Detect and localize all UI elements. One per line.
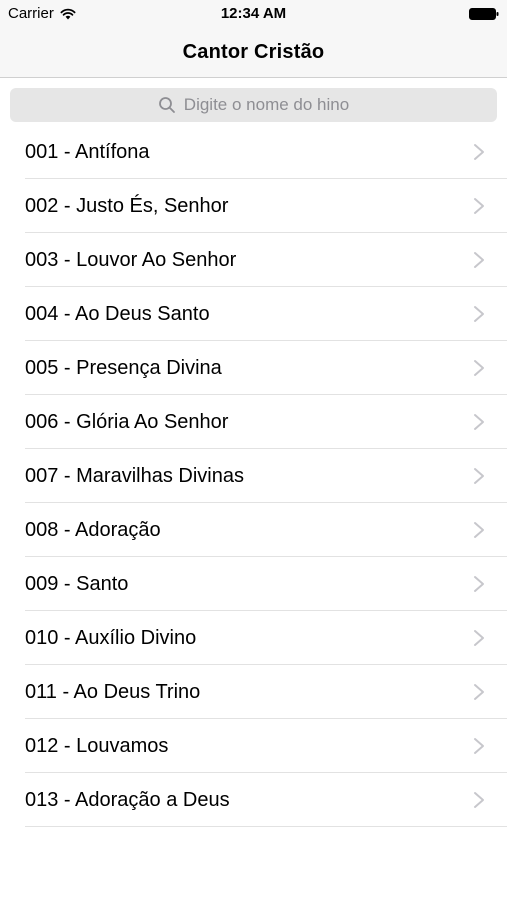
search-icon	[158, 97, 175, 113]
hymn-label: 009 - Santo	[25, 572, 129, 595]
search-bar: Digite o nome do hino	[0, 78, 507, 125]
chevron-right-icon	[474, 684, 484, 700]
hymn-label: 008 - Adoração	[25, 518, 161, 541]
chevron-right-icon	[474, 738, 484, 754]
hymn-label: 004 - Ao Deus Santo	[25, 302, 210, 325]
hymn-label: 002 - Justo És, Senhor	[25, 194, 229, 217]
hymn-label: 013 - Adoração a Deus	[25, 788, 230, 811]
list-item[interactable]: 013 - Adoração a Deus	[0, 773, 507, 827]
hymn-label: 001 - Antífona	[25, 140, 150, 163]
hymn-label: 010 - Auxílio Divino	[25, 626, 197, 649]
list-item[interactable]: 011 - Ao Deus Trino	[0, 665, 507, 719]
hymn-label: 007 - Maravilhas Divinas	[25, 464, 244, 487]
chevron-right-icon	[474, 252, 484, 268]
chevron-right-icon	[474, 468, 484, 484]
list-item[interactable]: 010 - Auxílio Divino	[0, 611, 507, 665]
chevron-right-icon	[474, 630, 484, 646]
hymn-list: 001 - Antífona 002 - Justo És, Senhor 003 …	[0, 125, 507, 827]
chevron-right-icon	[474, 306, 484, 322]
hymn-label: 011 - Ao Deus Trino	[25, 680, 201, 703]
list-item[interactable]: 006 - Glória Ao Senhor	[0, 395, 507, 449]
chevron-right-icon	[474, 414, 484, 430]
status-bar: Carrier 12:34 AM	[0, 0, 507, 28]
list-item[interactable]: 007 - Maravilhas Divinas	[0, 449, 507, 503]
hymn-label: 006 - Glória Ao Senhor	[25, 410, 229, 433]
list-item[interactable]: 008 - Adoração	[0, 503, 507, 557]
chevron-right-icon	[474, 522, 484, 538]
list-item[interactable]: 009 - Santo	[0, 557, 507, 611]
list-item[interactable]: 001 - Antífona	[0, 125, 507, 179]
chevron-right-icon	[474, 792, 484, 808]
navigation-bar: Cantor Cristão	[0, 28, 507, 78]
hymn-label: 003 - Louvor Ao Senhor	[25, 248, 237, 271]
chevron-right-icon	[474, 198, 484, 214]
list-item[interactable]: 003 - Louvor Ao Senhor	[0, 233, 507, 287]
chevron-right-icon	[474, 360, 484, 376]
hymn-label: 012 - Louvamos	[25, 734, 169, 757]
chevron-right-icon	[474, 576, 484, 592]
list-item[interactable]: 002 - Justo És, Senhor	[0, 179, 507, 233]
page-title: Cantor Cristão	[182, 41, 325, 63]
top-chrome: Carrier 12:34 AM Cantor Cristão	[0, 0, 507, 78]
status-time: 12:34 AM	[220, 5, 287, 22]
search-input[interactable]: Digite o nome do hino	[10, 88, 497, 122]
list-item[interactable]: 004 - Ao Deus Santo	[0, 287, 507, 341]
list-item[interactable]: 005 - Presença Divina	[0, 341, 507, 395]
list-item[interactable]: 012 - Louvamos	[0, 719, 507, 773]
chevron-right-icon	[474, 144, 484, 160]
hymn-label: 005 - Presença Divina	[25, 356, 222, 379]
battery-icon	[469, 8, 499, 20]
search-placeholder: Digite o nome do hino	[183, 95, 350, 114]
